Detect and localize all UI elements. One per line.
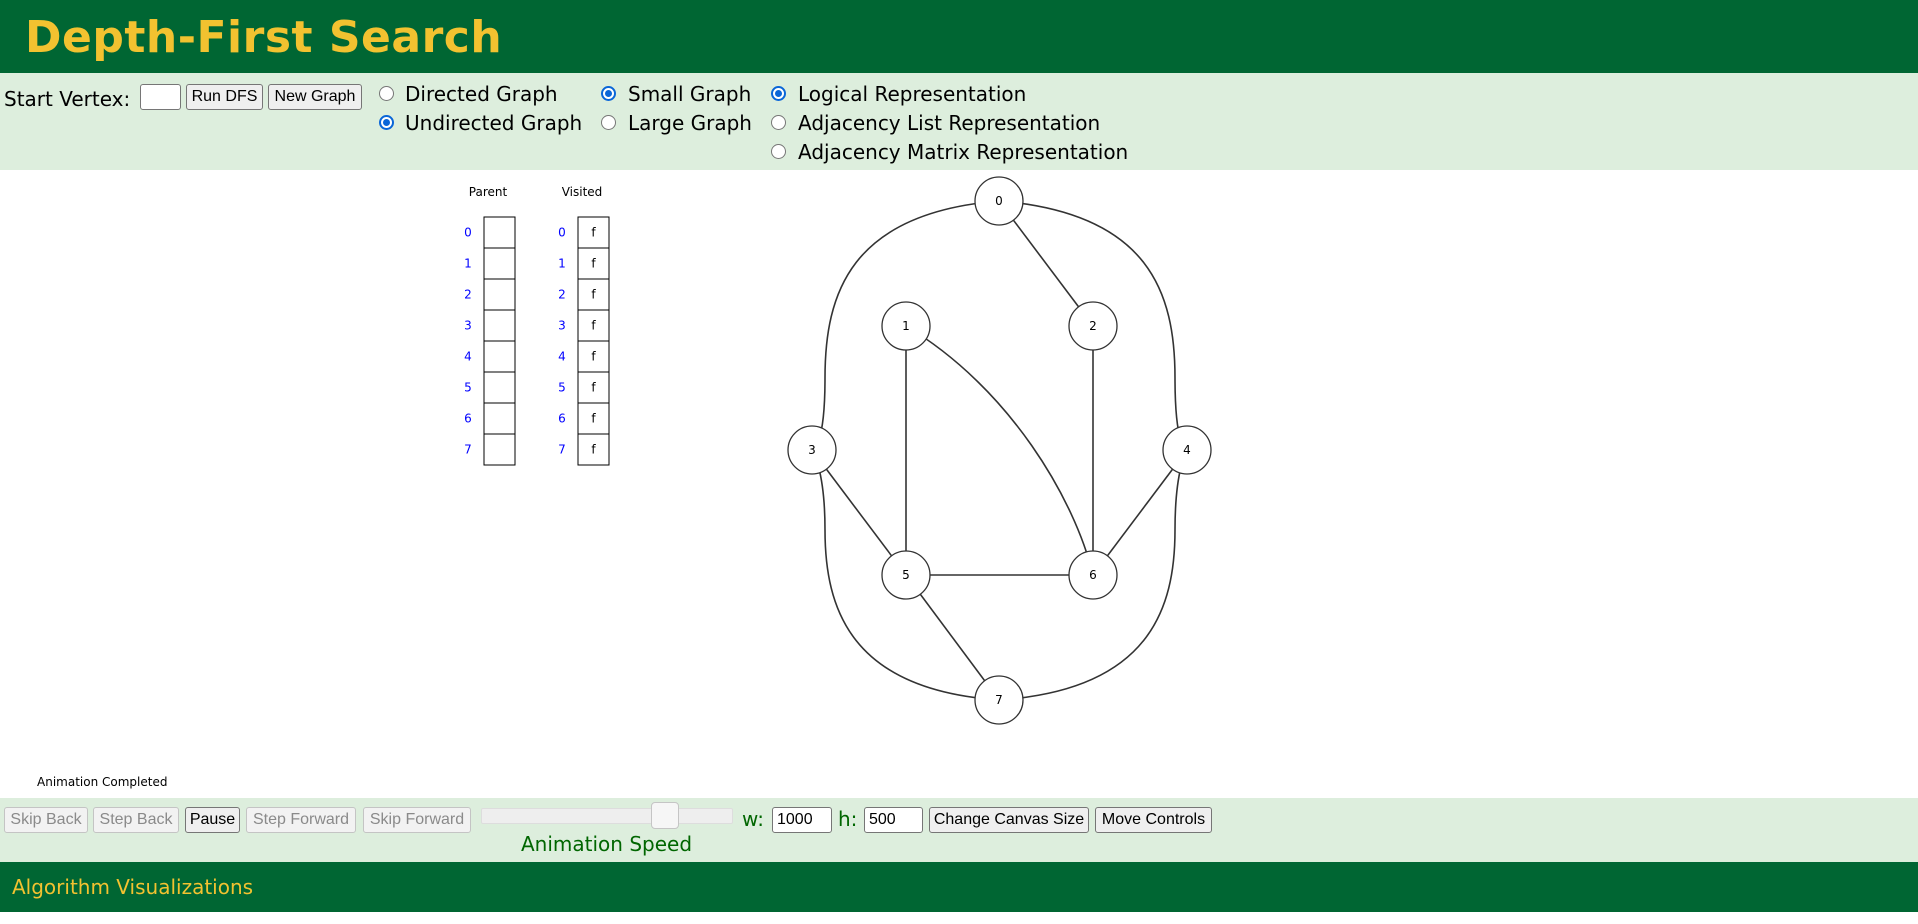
page-footer: Algorithm Visualizations xyxy=(0,862,1918,912)
graph-vertex-label: 1 xyxy=(902,319,910,333)
parent-index-label: 0 xyxy=(464,226,472,240)
canvas-width-input[interactable] xyxy=(772,807,832,833)
parent-cell xyxy=(483,278,516,311)
visited-index-label: 7 xyxy=(558,443,566,457)
canvas-height-label: h: xyxy=(838,807,858,831)
step-forward-button[interactable]: Step Forward xyxy=(246,807,356,833)
parent-index-label: 3 xyxy=(464,319,472,333)
visited-index-label: 0 xyxy=(558,226,566,240)
visualization-canvas: Parent Visited 00f11f22f33f44f55f66f77f … xyxy=(0,170,1918,798)
parent-cell xyxy=(483,433,516,466)
page-header: Depth-First Search xyxy=(0,0,1918,73)
slider-thumb[interactable] xyxy=(651,802,679,829)
visited-index-label: 2 xyxy=(558,288,566,302)
graph-vertex-label: 7 xyxy=(995,693,1003,707)
adjacency-matrix-label: Adjacency Matrix Representation xyxy=(798,140,1129,164)
visited-index-label: 5 xyxy=(558,381,566,395)
canvas-width-label: w: xyxy=(742,807,765,831)
small-graph-radio[interactable] xyxy=(601,86,616,101)
parent-index-label: 7 xyxy=(464,443,472,457)
graph-vertex-label: 3 xyxy=(808,443,816,457)
parent-cell xyxy=(483,340,516,373)
graph-vertex-label: 6 xyxy=(1089,568,1097,582)
undirected-graph-label: Undirected Graph xyxy=(405,111,583,135)
small-graph-label: Small Graph xyxy=(628,82,752,106)
step-back-button[interactable]: Step Back xyxy=(93,807,179,833)
new-graph-button[interactable]: New Graph xyxy=(268,84,362,110)
parent-cell xyxy=(483,309,516,342)
change-canvas-size-button[interactable]: Change Canvas Size xyxy=(929,807,1089,833)
parent-index-label: 1 xyxy=(464,257,472,271)
large-graph-label: Large Graph xyxy=(628,111,752,135)
graph-vertex-label: 2 xyxy=(1089,319,1097,333)
adjacency-list-label: Adjacency List Representation xyxy=(798,111,1101,135)
large-graph-radio[interactable] xyxy=(601,115,616,130)
move-controls-button[interactable]: Move Controls xyxy=(1095,807,1212,833)
visited-index-label: 1 xyxy=(558,257,566,271)
parent-index-label: 2 xyxy=(464,288,472,302)
graph-edges xyxy=(811,200,1188,701)
logical-representation-label: Logical Representation xyxy=(798,82,1027,106)
skip-forward-button[interactable]: Skip Forward xyxy=(363,807,471,833)
graph-edge xyxy=(905,325,1094,576)
parent-cell xyxy=(483,371,516,404)
parent-cell xyxy=(483,216,516,249)
start-vertex-label: Start Vertex: xyxy=(4,87,131,111)
logical-representation-radio[interactable] xyxy=(771,86,786,101)
parent-header: Parent xyxy=(469,185,508,199)
directed-graph-radio[interactable] xyxy=(379,86,394,101)
run-dfs-button[interactable]: Run DFS xyxy=(186,84,263,110)
parent-cell xyxy=(483,402,516,435)
directed-graph-label: Directed Graph xyxy=(405,82,558,106)
animation-status: Animation Completed xyxy=(37,775,168,789)
visited-index-label: 6 xyxy=(558,412,566,426)
parent-index-label: 5 xyxy=(464,381,472,395)
visited-index-label: 4 xyxy=(558,350,566,364)
graph-vertex-label: 0 xyxy=(995,194,1003,208)
parent-index-label: 4 xyxy=(464,350,472,364)
page-title: Depth-First Search xyxy=(25,12,503,63)
visited-header: Visited xyxy=(562,185,603,199)
parent-index-label: 6 xyxy=(464,412,472,426)
arrays-panel: Parent Visited 0 0 f1 1 f2 2 f3 3 f4 4 f5 5 f6 6 f7 7 f xyxy=(464,185,610,466)
adjacency-list-radio[interactable] xyxy=(771,115,786,130)
graph-canvas-svg: Parent Visited 0 0 f1 1 f2 2 f3 3 f4 4 f5 5 f6 6 f7 7 f … xyxy=(464,176,1212,725)
canvas-height-input[interactable] xyxy=(864,807,923,833)
graph-vertices: 0 1 2 3 4 5 6 7 xyxy=(787,176,1212,725)
animation-speed-slider[interactable] xyxy=(481,808,733,824)
graph-vertex-label: 4 xyxy=(1183,443,1191,457)
adjacency-matrix-radio[interactable] xyxy=(771,144,786,159)
skip-back-button[interactable]: Skip Back xyxy=(4,807,88,833)
undirected-graph-radio[interactable] xyxy=(379,115,394,130)
graph-vertex-label: 5 xyxy=(902,568,910,582)
footer-link[interactable]: Algorithm Visualizations xyxy=(12,875,253,899)
pause-button[interactable]: Pause xyxy=(185,807,240,833)
parent-cell xyxy=(483,247,516,280)
start-vertex-input[interactable] xyxy=(140,84,181,110)
animation-speed-label: Animation Speed xyxy=(521,832,693,856)
visited-index-label: 3 xyxy=(558,319,566,333)
